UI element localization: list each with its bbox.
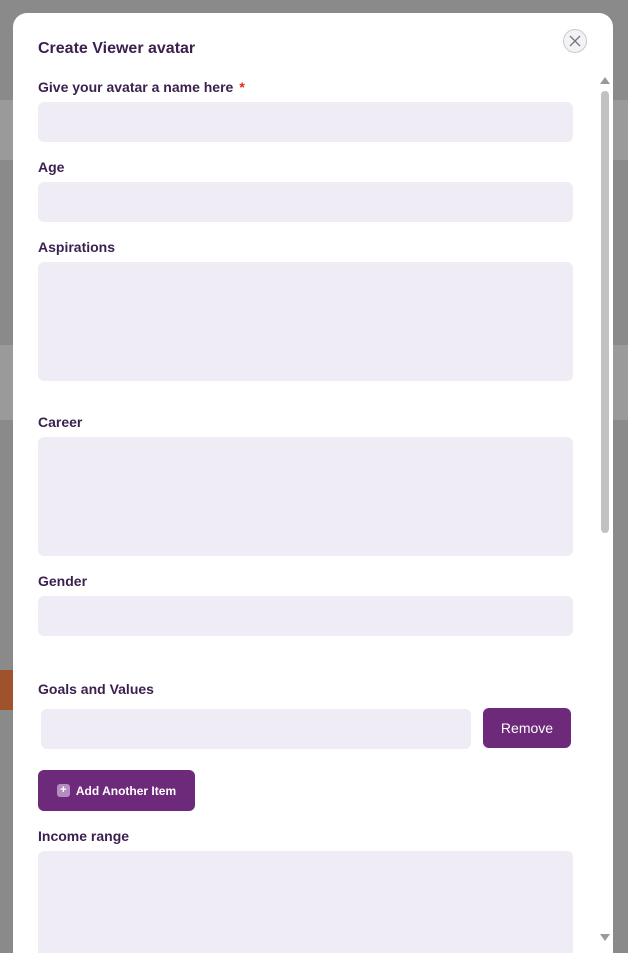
income-range-textarea[interactable] — [38, 851, 573, 953]
background-page-button — [0, 670, 14, 710]
aspirations-textarea[interactable] — [38, 262, 573, 381]
age-label: Age — [38, 159, 65, 175]
gender-label: Gender — [38, 573, 88, 589]
scrollbar-thumb[interactable] — [601, 91, 609, 533]
career-textarea[interactable] — [38, 437, 573, 556]
close-icon — [569, 35, 581, 47]
career-label: Career — [38, 414, 83, 430]
gender-input[interactable] — [38, 596, 573, 636]
modal-scrollbar[interactable] — [598, 73, 612, 943]
scroll-up-arrow-icon[interactable] — [600, 77, 610, 84]
create-avatar-modal: Create Viewer avatar Give your avatar a … — [13, 13, 613, 953]
name-label: Give your avatar a name here * — [38, 79, 245, 95]
scroll-down-arrow-icon[interactable] — [600, 934, 610, 941]
modal-title: Create Viewer avatar — [38, 40, 196, 57]
close-button[interactable] — [563, 29, 587, 53]
avatar-name-input[interactable] — [38, 102, 573, 142]
add-another-item-button[interactable]: + Add Another Item — [38, 770, 195, 811]
income-range-label: Income range — [38, 828, 130, 844]
age-input[interactable] — [38, 182, 573, 222]
remove-item-button[interactable]: Remove — [483, 708, 571, 748]
aspirations-label: Aspirations — [38, 239, 116, 255]
add-item-label: Add Another Item — [75, 783, 177, 798]
goal-item-input[interactable] — [41, 709, 471, 749]
required-mark: * — [239, 79, 245, 95]
goals-values-label: Goals and Values — [38, 681, 154, 697]
name-label-text: Give your avatar a name here — [38, 79, 234, 95]
plus-icon: + — [56, 784, 70, 797]
